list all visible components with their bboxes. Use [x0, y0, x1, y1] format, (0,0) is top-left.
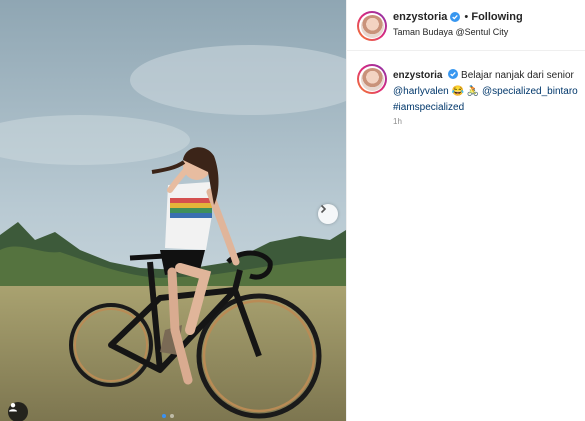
carousel-dot: [162, 414, 166, 418]
hashtag-link[interactable]: #iamspecialized: [393, 102, 464, 113]
following-button[interactable]: Following: [471, 11, 522, 23]
mention-link[interactable]: @harlyvalen: [393, 86, 449, 97]
follow-status[interactable]: • Following: [464, 11, 522, 23]
header-user-row: enzystoria • Following: [393, 11, 523, 23]
follow-separator: •: [464, 11, 469, 23]
post-caption: enzystoria Belajar nanjak dari senior @h…: [393, 68, 578, 116]
caption-avatar[interactable]: [357, 64, 387, 94]
photo-cyclist-in-field: [0, 0, 346, 421]
carousel-dot: [170, 414, 174, 418]
caption-emojis: 😂 🚴: [451, 86, 480, 97]
avatar[interactable]: [357, 11, 387, 41]
verified-badge-icon: [448, 69, 459, 79]
next-image-button[interactable]: [318, 204, 338, 224]
post-photo[interactable]: [0, 0, 346, 421]
username-link[interactable]: enzystoria: [393, 11, 447, 23]
verified-badge-icon: [450, 12, 461, 22]
post-sidebar: enzystoria • Following Taman Budaya @Sen…: [346, 0, 585, 421]
instagram-post: enzystoria • Following Taman Budaya @Sen…: [0, 0, 585, 421]
tagged-users-button[interactable]: [8, 402, 28, 421]
mention-link[interactable]: @specialized_bintaro: [482, 86, 578, 97]
carousel-indicator: [162, 414, 174, 418]
post-header: enzystoria • Following Taman Budaya @Sen…: [347, 0, 585, 51]
chevron-right-icon: [320, 204, 327, 214]
caption-text: Belajar nanjak dari senior: [461, 70, 574, 81]
location-link[interactable]: Taman Budaya @Sentul City: [393, 27, 508, 37]
caption-username[interactable]: enzystoria: [393, 70, 442, 81]
person-icon: [9, 403, 17, 412]
post-timestamp[interactable]: 1h: [393, 117, 402, 126]
